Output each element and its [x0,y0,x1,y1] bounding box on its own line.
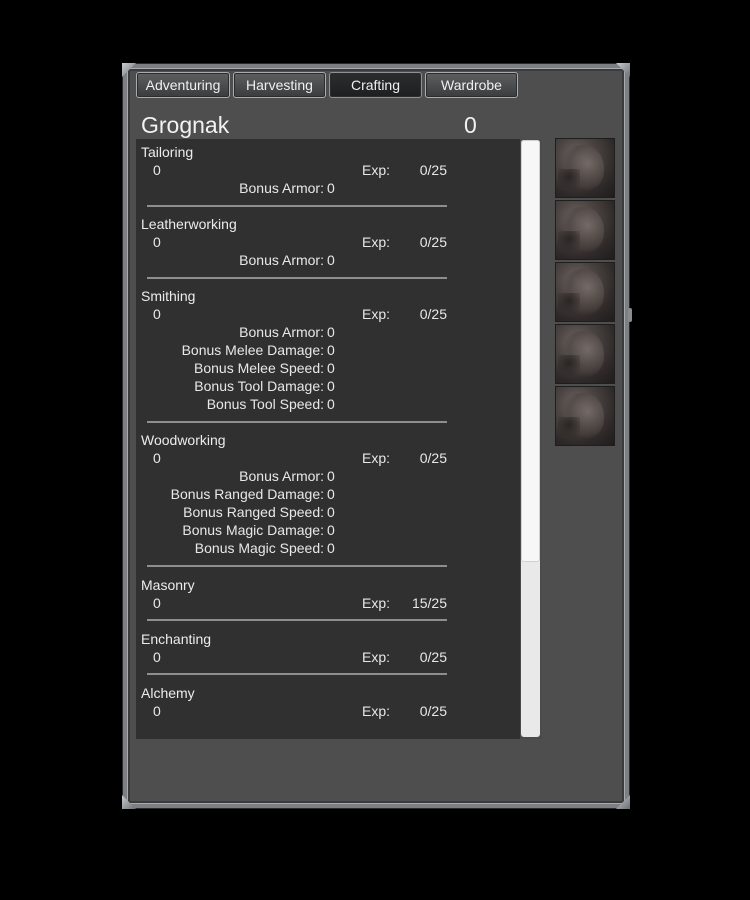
feet-armor-slot[interactable] [555,386,615,446]
tab-wardrobe[interactable]: Wardrobe [425,72,518,98]
bonus-label: Bonus Melee Damage: [181,342,324,358]
chest-armor-slot[interactable] [555,200,615,260]
exp-value: 15/25 [411,595,447,611]
bonus-label: Bonus Melee Speed: [194,360,324,376]
divider [147,421,447,423]
exp-value: 0/25 [419,450,447,466]
tab-adventuring[interactable]: Adventuring [136,72,230,98]
tab-harvesting[interactable]: Harvesting [233,72,326,98]
exp-label: Exp: [362,450,391,466]
skill-level: 0 [153,595,161,611]
bonus-value: 0 [327,360,335,376]
bonus-label: Bonus Magic Damage: [182,522,324,538]
exp-value: 0/25 [419,703,447,719]
bonus-label: Bonus Ranged Speed: [183,504,324,520]
skill-name: Enchanting [141,631,212,647]
exp-value: 0/25 [419,162,447,178]
skill-name: Woodworking [141,432,226,448]
skill-name: Masonry [141,577,195,593]
exp-label: Exp: [362,703,391,719]
scrollbar-thumb[interactable] [521,140,540,562]
skill-level: 0 [153,450,161,466]
resize-handle[interactable] [628,308,632,322]
exp-label: Exp: [362,649,391,665]
exp-value: 0/25 [419,649,447,665]
exp-label: Exp: [362,306,391,322]
bonus-value: 0 [327,324,335,340]
bonus-label: Bonus Tool Speed: [206,396,324,412]
divider [147,277,447,279]
frame-corner [616,795,630,809]
skill-level: 0 [153,162,161,178]
frame-corner [616,63,630,77]
skills-list[interactable]: Tailoring 0 Exp: 0/25 Bonus Armor: 0 Lea… [136,139,520,739]
bonus-label: Bonus Armor: [239,252,324,268]
head-armor-slot[interactable] [555,138,615,198]
tab-crafting[interactable]: Crafting [329,72,422,98]
skill-level: 0 [153,306,161,322]
bonus-label: Bonus Armor: [239,324,324,340]
bonus-value: 0 [327,378,335,394]
divider [147,619,447,621]
skills-scrollbar[interactable] [520,139,542,739]
legs-armor-slot[interactable] [555,262,615,322]
bonus-value: 0 [327,252,335,268]
bonus-value: 0 [327,342,335,358]
bonus-value: 0 [327,486,335,502]
character-name: Grognak [141,112,230,138]
tab-bar: Adventuring Harvesting Crafting Wardrobe [136,72,518,98]
skill-name: Leatherworking [141,216,237,232]
skill-name: Tailoring [141,144,194,160]
bonus-value: 0 [327,180,335,196]
exp-label: Exp: [362,234,391,250]
exp-value: 0/25 [419,306,447,322]
skill-level: 0 [153,649,161,665]
skill-level: 0 [153,703,161,719]
bonus-label: Bonus Armor: [239,180,324,196]
exp-label: Exp: [362,595,391,611]
frame-corner [122,795,136,809]
bonus-value: 0 [327,522,335,538]
divider [147,673,447,675]
skill-name: Smithing [141,288,196,304]
bonus-value: 0 [327,504,335,520]
bonus-label: Bonus Tool Damage: [194,378,324,394]
exp-label: Exp: [362,162,391,178]
divider [147,205,447,207]
crafting-window: Adventuring Harvesting Crafting Wardrobe… [122,63,632,809]
equipment-slots [555,138,615,448]
bonus-value: 0 [327,396,335,412]
bonus-label: Bonus Magic Speed: [194,540,324,556]
frame-corner [122,63,136,77]
bonus-label: Bonus Armor: [239,468,324,484]
bonus-label: Bonus Ranged Damage: [170,486,324,502]
divider [147,565,447,567]
hands-armor-slot[interactable] [555,324,615,384]
skill-level: 0 [153,234,161,250]
bonus-value: 0 [327,468,335,484]
skill-name: Alchemy [141,685,195,701]
bonus-value: 0 [327,540,335,556]
exp-value: 0/25 [419,234,447,250]
character-count: 0 [464,112,477,138]
